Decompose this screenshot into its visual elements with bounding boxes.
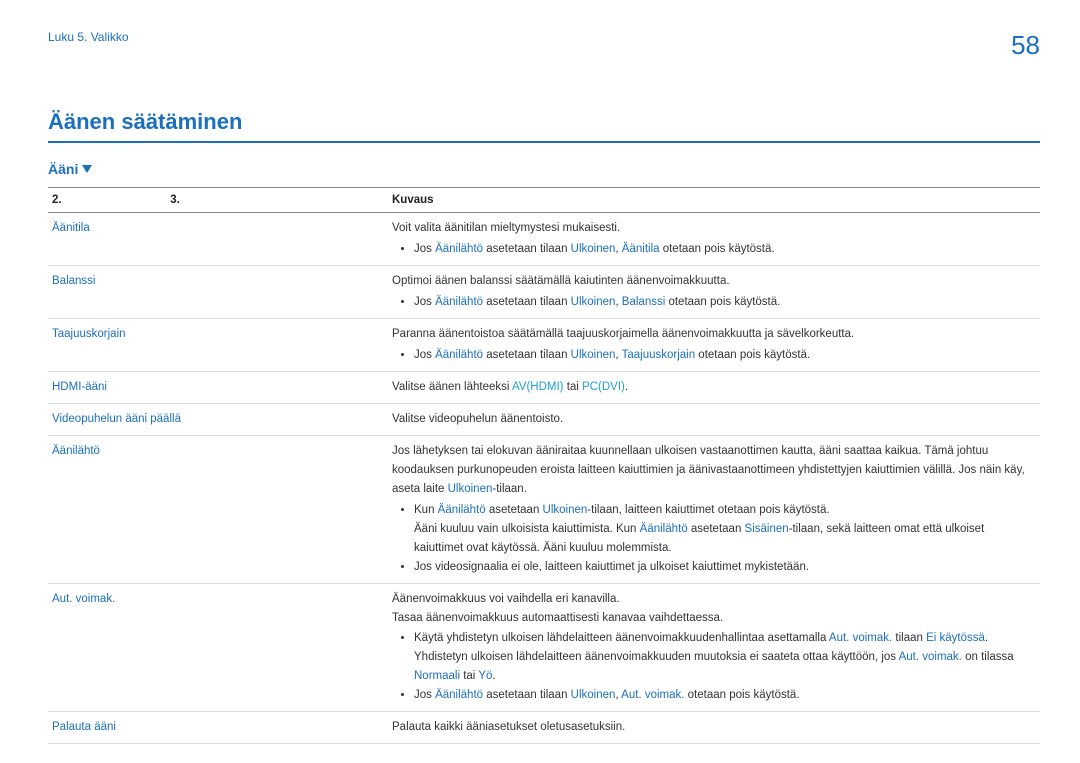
document-page: Luku 5. Valikko 58 Äänen säätäminen Ääni…	[0, 0, 1080, 763]
row-label-aanitila: Äänitila	[48, 213, 388, 266]
row-desc-palauta: Palauta kaikki ääniasetukset oletusasetu…	[388, 712, 1040, 744]
row-desc-aanitila: Voit valita äänitilan mieltymystesi muka…	[388, 213, 1040, 266]
table-header-row: 2. 3. Kuvaus	[48, 188, 1040, 213]
chapter-label: Luku 5. Valikko	[48, 30, 129, 44]
row-label-videopuhelu: Videopuhelun ääni päällä	[48, 403, 388, 435]
header-col-desc: Kuvaus	[388, 188, 1040, 213]
row-label-aanilahto: Äänilähtö	[48, 435, 388, 583]
table-row: Balanssi Optimoi äänen balanssi säätämäl…	[48, 265, 1040, 318]
row-desc-aanilahto: Jos lähetyksen tai elokuvan ääniraitaa k…	[388, 435, 1040, 583]
row-label-hdmi: HDMI-ääni	[48, 371, 388, 403]
row-desc-hdmi: Valitse äänen lähteeksi AV(HDMI) tai PC(…	[388, 371, 1040, 403]
header-col-2: 2. 3.	[48, 188, 388, 213]
row-label-palauta: Palauta ääni	[48, 712, 388, 744]
title-rule	[48, 141, 1040, 143]
table-row: Palauta ääni Palauta kaikki ääniasetukse…	[48, 712, 1040, 744]
row-desc-taajuus: Paranna äänentoistoa säätämällä taajuusk…	[388, 318, 1040, 371]
settings-table: 2. 3. Kuvaus Äänitila Voit valita ääniti…	[48, 187, 1040, 744]
row-desc-autvoimak: Äänenvoimakkuus voi vaihdella eri kanavi…	[388, 583, 1040, 712]
table-row: Aut. voimak. Äänenvoimakkuus voi vaihdel…	[48, 583, 1040, 712]
table-row: HDMI-ääni Valitse äänen lähteeksi AV(HDM…	[48, 371, 1040, 403]
table-row: Taajuuskorjain Paranna äänentoistoa säät…	[48, 318, 1040, 371]
page-number: 58	[1011, 30, 1040, 61]
row-label-autvoimak: Aut. voimak.	[48, 583, 388, 712]
page-header: Luku 5. Valikko 58	[48, 30, 1040, 61]
triangle-down-icon	[82, 165, 92, 173]
table-row: Äänilähtö Jos lähetyksen tai elokuvan ää…	[48, 435, 1040, 583]
table-row: Videopuhelun ääni päällä Valitse videopu…	[48, 403, 1040, 435]
row-desc-balanssi: Optimoi äänen balanssi säätämällä kaiuti…	[388, 265, 1040, 318]
row-desc-videopuhelu: Valitse videopuhelun äänentoisto.	[388, 403, 1040, 435]
subsection-heading: Ääni	[48, 161, 92, 177]
subsection-label: Ääni	[48, 161, 78, 177]
row-label-balanssi: Balanssi	[48, 265, 388, 318]
section-title: Äänen säätäminen	[48, 109, 1040, 135]
row-label-taajuus: Taajuuskorjain	[48, 318, 388, 371]
table-row: Äänitila Voit valita äänitilan mieltymys…	[48, 213, 1040, 266]
